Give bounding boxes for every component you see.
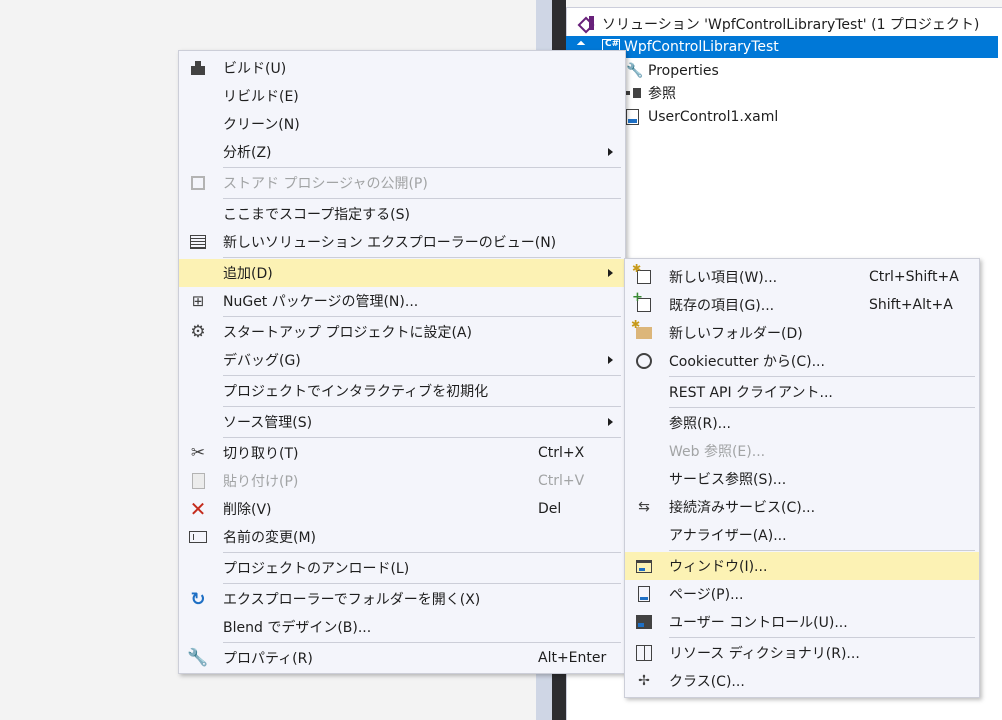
solution-explorer-toolbar — [566, 0, 1002, 8]
menu-separator — [223, 583, 621, 584]
solution-label: ソリューション 'WpfControlLibraryTest' (1 プロジェク… — [602, 17, 980, 33]
tree-solution-node[interactable]: ソリューション 'WpfControlLibraryTest' (1 プロジェク… — [580, 13, 979, 35]
menu-item-add[interactable]: 追加(D) — [179, 259, 625, 287]
menu-separator — [669, 550, 975, 551]
project-context-menu: ビルド(U) リビルド(E) クリーン(N) 分析(Z) ストアド プロシージャ… — [178, 50, 626, 674]
menu-item-scope-to-this[interactable]: ここまでスコープ指定する(S) — [179, 200, 625, 228]
shortcut-text: Ctrl+Shift+A — [869, 269, 959, 285]
menu-item-publish-stored-procedures[interactable]: ストアド プロシージャの公開(P) — [179, 169, 625, 197]
build-icon — [190, 61, 206, 75]
submenu-item-service-reference[interactable]: サービス参照(S)... — [625, 465, 979, 493]
submenu-item-window[interactable]: ウィンドウ(I)... — [625, 552, 979, 580]
nuget-icon: ⊞ — [191, 292, 205, 310]
submenu-item-resource-dictionary[interactable]: リソース ディクショナリ(R)... — [625, 639, 979, 667]
menu-separator — [669, 407, 975, 408]
shortcut-text: Shift+Alt+A — [869, 297, 953, 313]
menu-separator — [223, 375, 621, 376]
existing-item-icon — [632, 290, 651, 312]
paste-icon — [191, 473, 205, 489]
tree-item-label: 参照 — [648, 86, 676, 102]
submenu-item-reference[interactable]: 参照(R)... — [625, 409, 979, 437]
submenu-item-new-item[interactable]: 新しい項目(W)... Ctrl+Shift+A — [625, 262, 979, 291]
submenu-arrow-icon — [608, 418, 613, 426]
menu-separator — [223, 437, 621, 438]
menu-separator — [223, 167, 621, 168]
page-icon — [638, 586, 650, 602]
tree-item-properties[interactable]: 🔧 Properties — [626, 60, 719, 82]
delete-icon: ✕ — [189, 497, 207, 521]
new-folder-icon — [631, 318, 652, 339]
references-icon — [626, 87, 642, 99]
connected-service-icon: ⇆ — [638, 499, 650, 515]
menu-item-source-control[interactable]: ソース管理(S) — [179, 408, 625, 436]
submenu-item-cookiecutter[interactable]: Cookiecutter から(C)... — [625, 347, 979, 375]
menu-item-delete[interactable]: ✕ 削除(V) Del — [179, 495, 625, 523]
menu-separator — [223, 257, 621, 258]
submenu-arrow-icon — [608, 269, 613, 277]
menu-separator — [223, 198, 621, 199]
menu-separator — [223, 552, 621, 553]
wrench-icon: 🔧 — [187, 648, 209, 668]
tree-item-label: Properties — [648, 63, 719, 79]
shortcut-text: Alt+Enter — [538, 650, 607, 666]
menu-item-build[interactable]: ビルド(U) — [179, 54, 625, 82]
visual-studio-icon — [580, 16, 596, 30]
submenu-item-rest-api-client[interactable]: REST API クライアント... — [625, 378, 979, 406]
menu-item-analyze[interactable]: 分析(Z) — [179, 138, 625, 166]
menu-item-rebuild[interactable]: リビルド(E) — [179, 82, 625, 110]
scissors-icon: ✂ — [190, 443, 206, 463]
submenu-item-existing-item[interactable]: 既存の項目(G)... Shift+Alt+A — [625, 290, 979, 319]
shortcut-text: Del — [538, 501, 562, 517]
add-submenu: 新しい項目(W)... Ctrl+Shift+A 既存の項目(G)... Shi… — [624, 258, 980, 698]
rename-icon — [189, 531, 207, 543]
submenu-item-class[interactable]: ✢ クラス(C)... — [625, 667, 979, 695]
window-icon — [636, 559, 652, 573]
menu-item-set-startup[interactable]: ⚙ スタートアップ プロジェクトに設定(A) — [179, 318, 625, 346]
menu-item-open-folder[interactable]: ↻ エクスプローラーでフォルダーを開く(X) — [179, 585, 625, 613]
menu-item-cut[interactable]: ✂ 切り取り(T) Ctrl+X — [179, 439, 625, 467]
menu-item-new-explorer-view[interactable]: 新しいソリューション エクスプローラーのビュー(N) — [179, 228, 625, 256]
menu-item-paste[interactable]: 貼り付け(P) Ctrl+V — [179, 467, 625, 495]
resource-dictionary-icon — [636, 645, 652, 661]
menu-item-manage-nuget[interactable]: ⊞ NuGet パッケージの管理(N)... — [179, 287, 625, 315]
menu-item-properties[interactable]: 🔧 プロパティ(R) Alt+Enter — [179, 644, 625, 672]
new-item-icon — [632, 262, 651, 284]
submenu-arrow-icon — [608, 148, 613, 156]
gear-icon: ⚙ — [190, 322, 206, 342]
menu-separator — [223, 316, 621, 317]
user-control-icon — [636, 615, 652, 629]
menu-item-design-in-blend[interactable]: Blend でデザイン(B)... — [179, 613, 625, 641]
publish-icon — [191, 176, 205, 190]
wrench-icon: 🔧 — [626, 63, 644, 79]
new-view-icon — [190, 235, 206, 249]
menu-item-rename[interactable]: 名前の変更(M) — [179, 523, 625, 551]
submenu-item-new-folder[interactable]: 新しいフォルダー(D) — [625, 318, 979, 347]
tree-item-label: UserControl1.xaml — [648, 109, 779, 125]
menu-item-unload-project[interactable]: プロジェクトのアンロード(L) — [179, 554, 625, 582]
project-label: WpfControlLibraryTest — [624, 39, 779, 55]
menu-separator — [669, 637, 975, 638]
class-icon: ✢ — [638, 673, 650, 689]
menu-separator — [669, 376, 975, 377]
submenu-item-analyzer[interactable]: アナライザー(A)... — [625, 521, 979, 549]
refresh-icon: ↻ — [190, 588, 206, 610]
shortcut-text: Ctrl+X — [538, 445, 585, 461]
menu-separator — [223, 642, 621, 643]
cookie-icon — [636, 353, 652, 369]
shortcut-text: Ctrl+V — [538, 473, 585, 489]
submenu-item-web-reference[interactable]: Web 参照(E)... — [625, 437, 979, 465]
tree-item-usercontrol1[interactable]: UserControl1.xaml — [626, 106, 778, 128]
menu-item-init-interactive[interactable]: プロジェクトでインタラクティブを初期化 — [179, 377, 625, 405]
menu-item-clean[interactable]: クリーン(N) — [179, 110, 625, 138]
submenu-item-connected-service[interactable]: ⇆ 接続済みサービス(C)... — [625, 493, 979, 521]
submenu-item-user-control[interactable]: ユーザー コントロール(U)... — [625, 608, 979, 636]
submenu-item-page[interactable]: ページ(P)... — [625, 580, 979, 608]
tree-item-references[interactable]: 参照 — [626, 82, 676, 104]
xaml-file-icon — [626, 109, 639, 125]
menu-item-debug[interactable]: デバッグ(G) — [179, 346, 625, 374]
submenu-arrow-icon — [608, 356, 613, 364]
menu-separator — [223, 406, 621, 407]
tree-project-node[interactable]: WpfControlLibraryTest — [566, 36, 998, 58]
